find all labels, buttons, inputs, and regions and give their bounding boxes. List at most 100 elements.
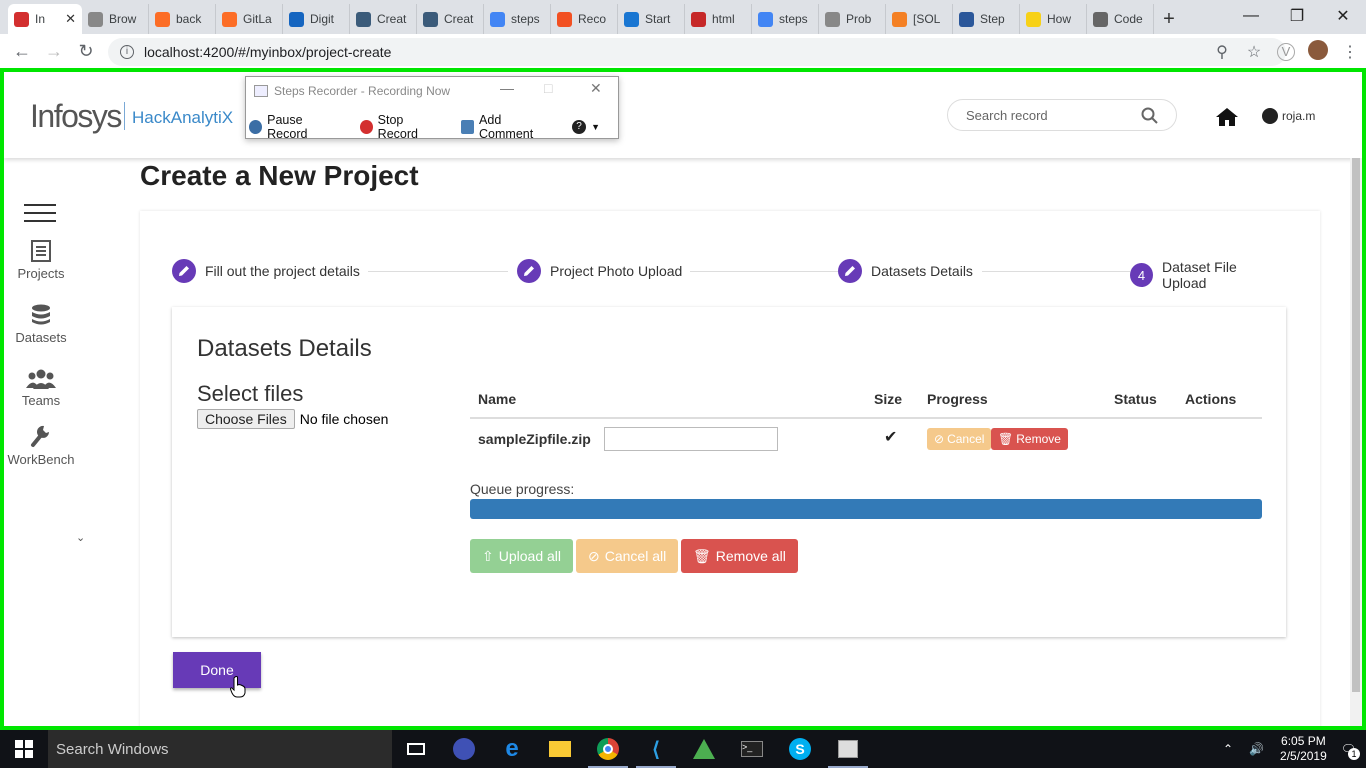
task-view-icon[interactable] bbox=[392, 730, 440, 768]
extension-icon[interactable]: V bbox=[1277, 43, 1295, 61]
home-icon[interactable] bbox=[1216, 108, 1238, 126]
browser-tab[interactable]: How bbox=[1020, 4, 1087, 34]
forward-icon[interactable]: → bbox=[38, 41, 70, 62]
restore-button[interactable]: ❐ bbox=[1274, 0, 1320, 32]
browser-tab[interactable]: In ✕ bbox=[8, 4, 82, 34]
hamburger-menu-icon[interactable] bbox=[24, 204, 56, 228]
infosys-logo: Infosys bbox=[30, 98, 122, 134]
chevron-up-icon[interactable]: ⌃ bbox=[1223, 742, 1233, 756]
browser-tab[interactable]: Creat bbox=[350, 4, 417, 34]
pause-record-button[interactable]: Pause Record bbox=[249, 113, 342, 141]
recorder-maximize-button[interactable]: □ bbox=[544, 80, 552, 96]
media-app-icon[interactable] bbox=[440, 730, 488, 768]
search-box[interactable]: Search record bbox=[947, 99, 1177, 131]
menu-icon[interactable]: ⋮ bbox=[1334, 42, 1366, 62]
step-label: Fill out the project details bbox=[205, 263, 360, 279]
step-3[interactable]: Datasets Details bbox=[838, 259, 981, 283]
browser-tab[interactable]: back bbox=[149, 4, 216, 34]
sidebar-item-projects[interactable]: Projects bbox=[4, 240, 78, 281]
tab-label: steps bbox=[511, 12, 540, 26]
cancel-file-button[interactable]: ⊘ Cancel bbox=[927, 428, 992, 450]
scrollbar-thumb[interactable] bbox=[1352, 158, 1360, 692]
file-explorer-icon[interactable] bbox=[536, 730, 584, 768]
profile-avatar[interactable] bbox=[1302, 39, 1334, 65]
browser-tab[interactable]: Start bbox=[618, 4, 685, 34]
notification-icon[interactable]: 🗨 1 bbox=[1341, 742, 1360, 760]
tab-favicon-icon bbox=[1026, 11, 1041, 27]
info-icon[interactable]: i bbox=[120, 45, 134, 59]
tab-close-icon[interactable]: ✕ bbox=[65, 11, 76, 27]
recorder-app-icon bbox=[254, 85, 268, 97]
check-icon: ✔ bbox=[884, 429, 898, 446]
app-icon[interactable] bbox=[680, 730, 728, 768]
terminal-icon[interactable]: >_ bbox=[728, 730, 776, 768]
browser-tab[interactable]: steps bbox=[484, 4, 551, 34]
help-button[interactable]: ? ▼ bbox=[572, 120, 600, 134]
new-tab-button[interactable]: + bbox=[1154, 4, 1184, 34]
upload-all-button[interactable]: ⇧ Upload all bbox=[470, 539, 573, 573]
file-input[interactable]: Choose Files No file chosen bbox=[197, 409, 388, 429]
recorder-title: Steps Recorder - Recording Now bbox=[274, 84, 451, 98]
close-window-button[interactable]: ✕ bbox=[1320, 0, 1366, 32]
browser-tab[interactable]: Step bbox=[953, 4, 1020, 34]
step-1[interactable]: Fill out the project details bbox=[172, 259, 368, 283]
vscode-icon[interactable]: ⟨ bbox=[632, 730, 680, 768]
reload-icon[interactable]: ↻ bbox=[70, 41, 102, 62]
browser-tab[interactable]: html bbox=[685, 4, 752, 34]
browser-tab[interactable]: Creat bbox=[417, 4, 484, 34]
add-comment-button[interactable]: Add Comment bbox=[460, 113, 554, 141]
step-4[interactable]: 4 Dataset File Upload bbox=[1130, 259, 1288, 291]
browser-tab[interactable]: Digit bbox=[283, 4, 350, 34]
sidebar-item-workbench[interactable]: WorkBench bbox=[4, 424, 78, 467]
cancel-all-button[interactable]: ⊘ Cancel all bbox=[576, 539, 679, 573]
step-2[interactable]: Project Photo Upload bbox=[517, 259, 691, 283]
done-button[interactable]: Done bbox=[173, 652, 261, 688]
clock-date: 2/5/2019 bbox=[1280, 749, 1327, 763]
url-field[interactable]: i localhost:4200/#/myinbox/project-creat… bbox=[108, 38, 1286, 66]
browser-tab[interactable]: steps bbox=[752, 4, 819, 34]
volume-icon[interactable]: 🔊 bbox=[1249, 742, 1264, 756]
column-header-name: Name bbox=[478, 391, 517, 407]
remove-file-button[interactable]: 🗑 Remove bbox=[991, 428, 1068, 450]
step-connector bbox=[368, 271, 508, 272]
pencil-icon bbox=[172, 259, 196, 283]
recorder-close-button[interactable]: ✕ bbox=[590, 80, 602, 97]
key-icon[interactable]: ⚲ bbox=[1206, 42, 1238, 62]
browser-tab[interactable]: Code bbox=[1087, 4, 1154, 34]
star-icon[interactable]: ☆ bbox=[1238, 42, 1270, 62]
recorder-minimize-button[interactable]: — bbox=[500, 80, 514, 96]
browser-tab[interactable]: GitLa bbox=[216, 4, 283, 34]
step-number: 4 bbox=[1130, 263, 1154, 287]
tab-label: Digit bbox=[310, 12, 335, 26]
page-scrollbar[interactable] bbox=[1350, 158, 1362, 726]
choose-files-button[interactable]: Choose Files bbox=[197, 409, 295, 429]
sidebar-item-teams[interactable]: Teams bbox=[4, 369, 78, 408]
hand-cursor-icon bbox=[230, 676, 246, 698]
search-input[interactable]: Search record bbox=[966, 108, 1048, 123]
stop-record-button[interactable]: Stop Record bbox=[359, 113, 443, 141]
clock[interactable]: 6:05 PM 2/5/2019 bbox=[1280, 734, 1327, 764]
taskbar-search-text: Search Windows bbox=[56, 740, 169, 758]
chrome-icon[interactable] bbox=[584, 730, 632, 768]
pencil-icon bbox=[838, 259, 862, 283]
address-bar-row: ← → ↻ i localhost:4200/#/myinbox/project… bbox=[0, 34, 1366, 70]
user-menu[interactable]: roja.m bbox=[1262, 108, 1315, 124]
tab-favicon-icon bbox=[691, 11, 706, 27]
taskbar-search[interactable]: Search Windows bbox=[48, 730, 392, 768]
browser-tab[interactable]: [SOL bbox=[886, 4, 953, 34]
tab-favicon-icon bbox=[14, 11, 29, 27]
browser-tab[interactable]: Prob bbox=[819, 4, 886, 34]
back-icon[interactable]: ← bbox=[6, 41, 38, 62]
remove-all-button[interactable]: 🗑 Remove all bbox=[681, 539, 798, 573]
start-button[interactable] bbox=[0, 740, 48, 758]
browser-tab[interactable]: Reco bbox=[551, 4, 618, 34]
browser-tab[interactable]: Brow bbox=[82, 4, 149, 34]
steps-recorder-taskbar-icon[interactable] bbox=[824, 730, 872, 768]
edge-icon[interactable]: e bbox=[488, 730, 536, 768]
file-progress-field[interactable] bbox=[604, 427, 778, 451]
skype-icon[interactable]: S bbox=[776, 730, 824, 768]
sidebar-item-datasets[interactable]: Datasets bbox=[4, 304, 78, 345]
minimize-button[interactable]: — bbox=[1228, 0, 1274, 32]
search-icon[interactable] bbox=[1141, 107, 1158, 124]
chevron-down-icon[interactable]: ⌄ bbox=[76, 531, 85, 544]
